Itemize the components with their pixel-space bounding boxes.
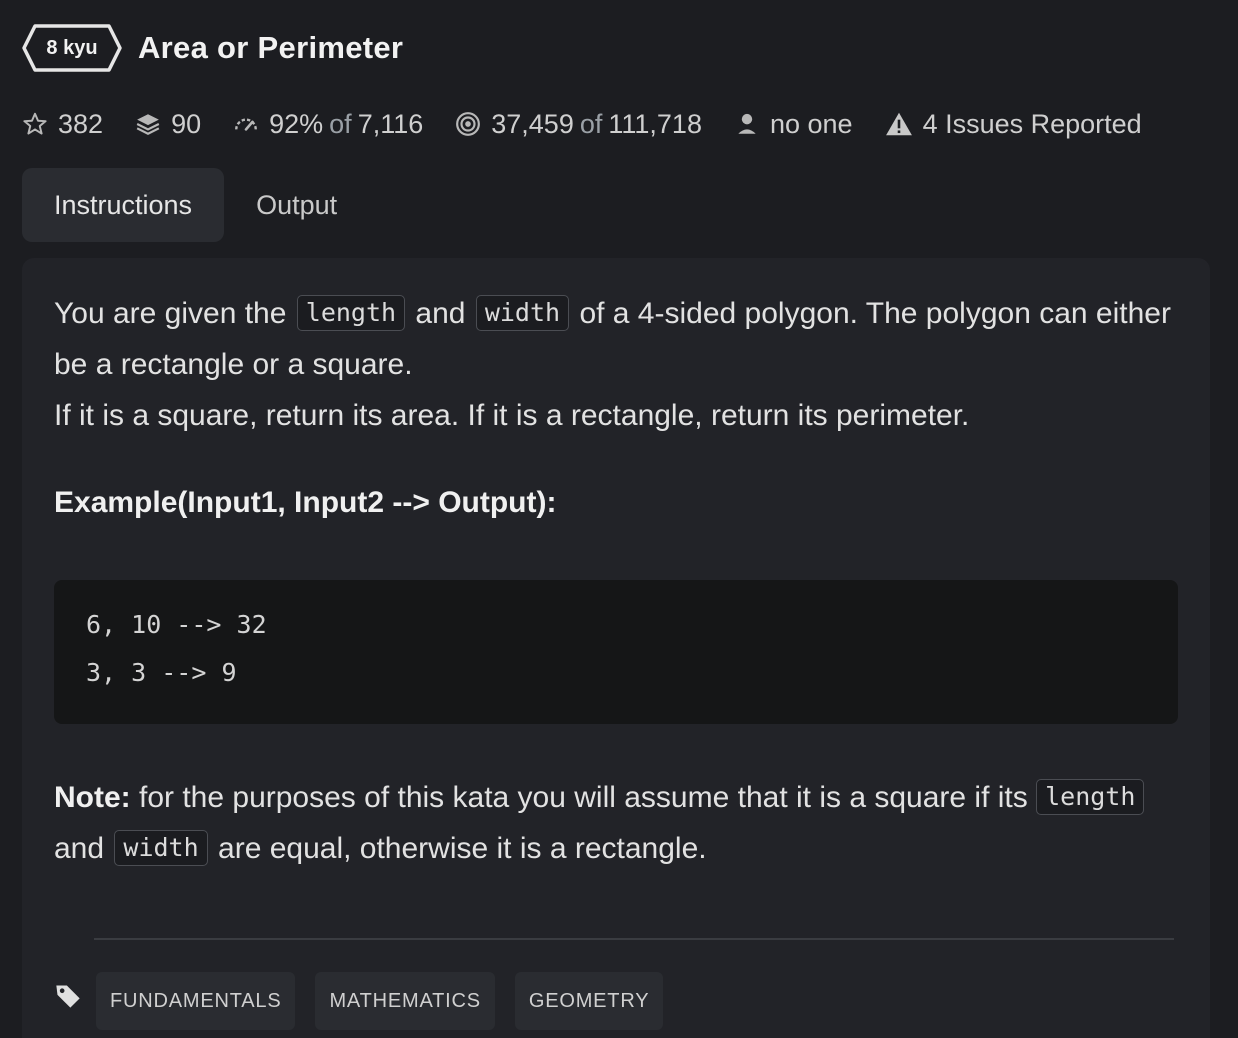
user-icon (734, 111, 760, 137)
issues-stat[interactable]: 4 Issues Reported (885, 109, 1142, 140)
code-length: length (1036, 779, 1145, 815)
kata-header: 8 kyu Area or Perimeter (22, 22, 403, 74)
completed-count: 37,459 (491, 108, 574, 139)
warning-icon (885, 111, 913, 137)
example-line-1: 6, 10 --> 32 (86, 610, 267, 639)
tab-output[interactable]: Output (224, 168, 369, 242)
author-stat[interactable]: no one (734, 109, 853, 140)
of-label: of (329, 108, 352, 139)
satisfaction-percent: 92% (269, 108, 324, 139)
kyu-label: 8 kyu (46, 36, 98, 59)
collections-count: 90 (171, 108, 202, 139)
tab-instructions[interactable]: Instructions (22, 168, 225, 242)
kata-title: Area or Perimeter (138, 30, 404, 65)
tag-icon (56, 985, 80, 1008)
collections-stat[interactable]: 90 (135, 109, 201, 140)
attempts-count: 111,718 (608, 108, 702, 139)
description-paragraph-2: If it is a square, return its area. If i… (54, 399, 970, 432)
tag-mathematics[interactable]: MATHEMATICS (315, 972, 495, 1030)
example-line-2: 3, 3 --> 9 (86, 658, 237, 687)
target-icon (455, 111, 481, 137)
code-width: width (114, 830, 208, 866)
divider (94, 938, 1174, 940)
code-length: length (296, 295, 406, 331)
tag-fundamentals[interactable]: FUNDAMENTALS (96, 972, 296, 1030)
instructions-panel: You are given the length and width of a … (22, 258, 1210, 1038)
description-paragraph-1: You are given the length and width of a … (54, 295, 1171, 381)
kata-page: 8 kyu Area or Perimeter 382 90 92% of 7,… (0, 0, 1238, 1038)
example-code-block[interactable]: 6, 10 --> 32 3, 3 --> 9 (54, 580, 1178, 724)
example-heading: Example(Input1, Input2 --> Output): (54, 486, 557, 519)
note-label: Note: (54, 781, 131, 814)
description: You are given the length and width of a … (54, 288, 1178, 441)
satisfaction-stat: 92% of 7,116 (233, 109, 423, 140)
note-paragraph: Note: for the purposes of this kata you … (54, 772, 1178, 874)
issues-link: 4 Issues Reported (922, 108, 1142, 139)
author-name: no one (769, 108, 853, 139)
layers-icon (135, 111, 161, 137)
of-label: of (579, 108, 603, 139)
stars-count: 382 (58, 108, 104, 139)
completed-stat: 37,459 of 111,718 (455, 109, 702, 140)
stars-stat[interactable]: 382 (22, 109, 103, 140)
star-icon (22, 111, 48, 137)
tag-list: FUNDAMENTALS MATHEMATICS GEOMETRY (54, 972, 683, 1030)
kata-stats: 382 90 92% of 7,116 37,459 of 111,718 no… (22, 104, 1174, 144)
code-width: width (475, 295, 570, 331)
tag-geometry[interactable]: GEOMETRY (514, 972, 664, 1030)
tab-bar: Instructions Output (22, 168, 369, 242)
kyu-badge: 8 kyu (22, 23, 122, 73)
satisfaction-votes: 7,116 (357, 108, 424, 139)
gauge-icon (233, 111, 259, 137)
